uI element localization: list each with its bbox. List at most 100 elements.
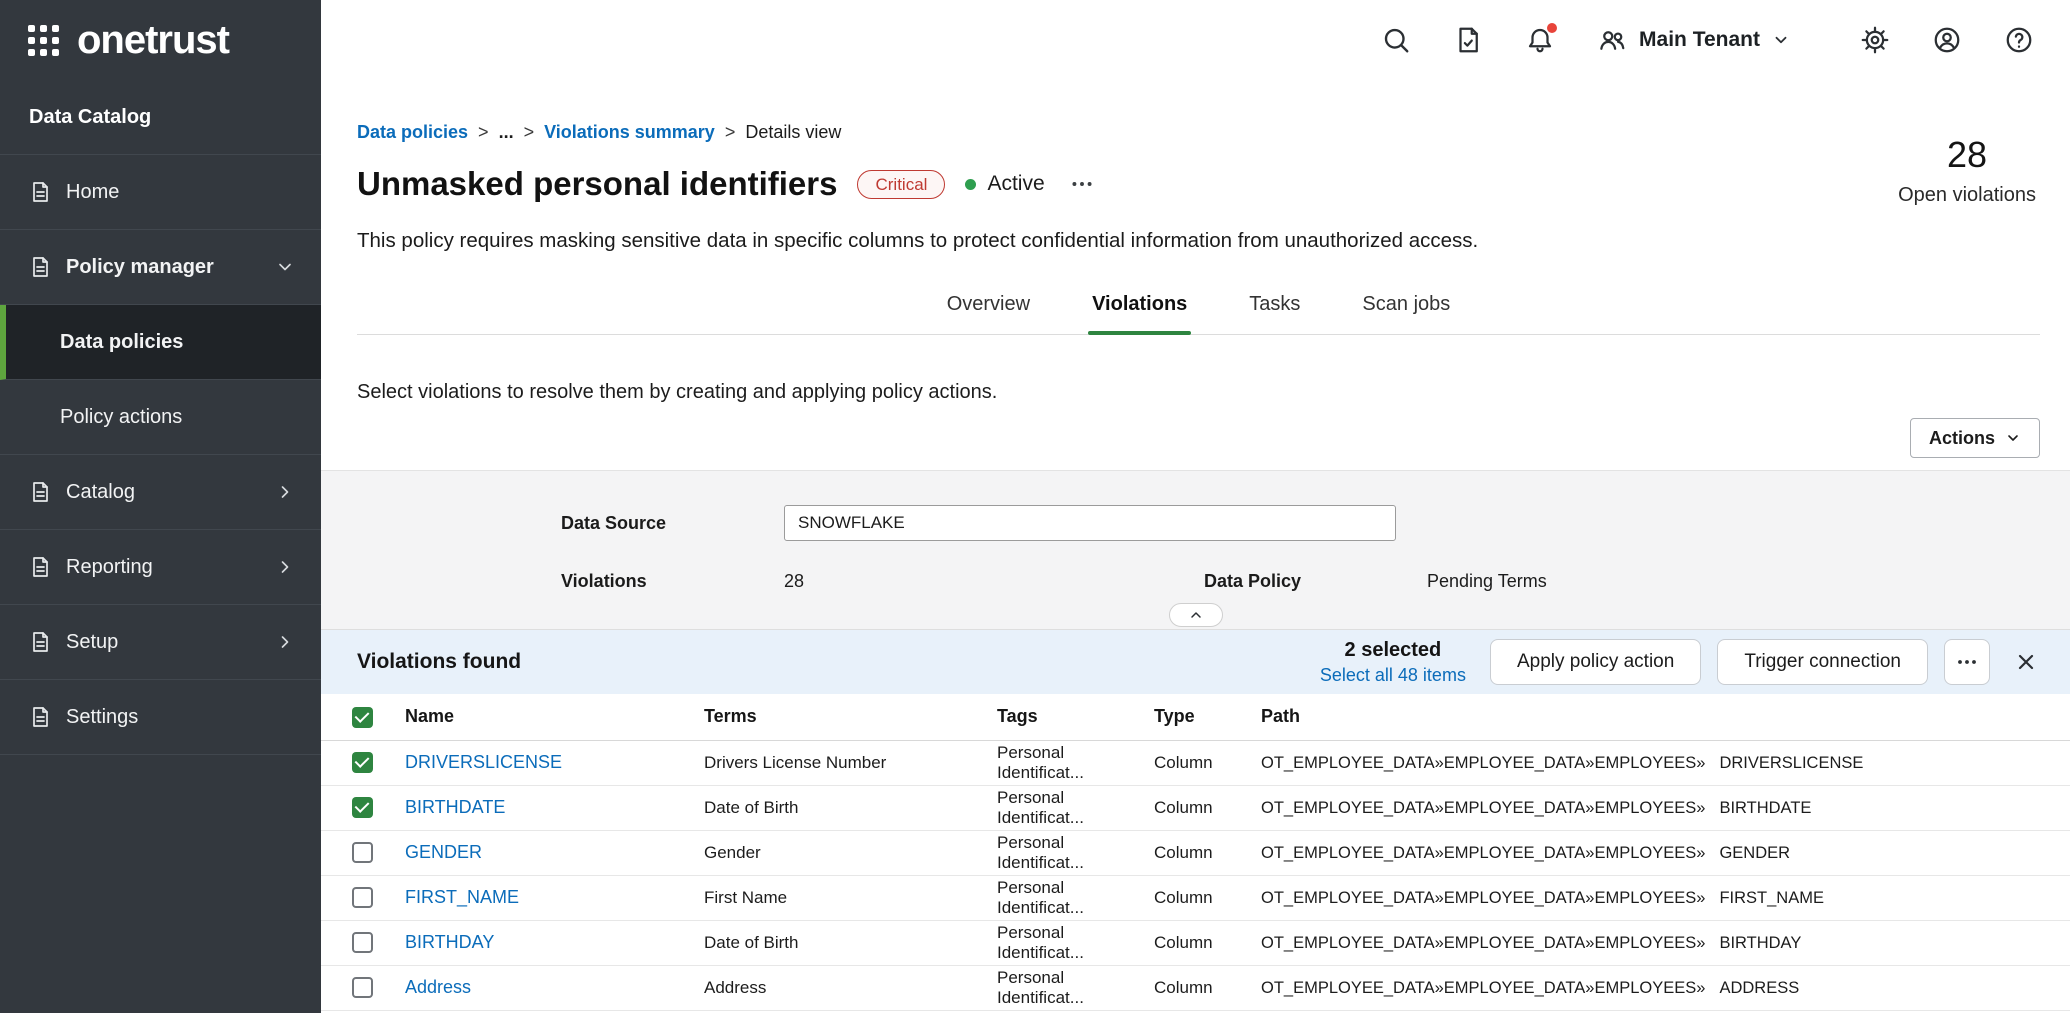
select-all-link[interactable]: Select all 48 items [1320,665,1466,686]
tab-violations[interactable]: Violations [1088,293,1191,334]
table-header-row: Name Terms Tags Type Path [321,694,2070,740]
row-checkbox[interactable] [352,842,373,863]
violation-name-link[interactable]: GENDER [405,842,482,862]
filter-row-values: Violations 28 Data Policy Pending Terms [561,571,2070,592]
violation-path-leaf: FIRST_NAME [1719,889,1824,907]
violation-type: Column [1154,875,1261,920]
row-checkbox[interactable] [352,932,373,953]
table-row: BIRTHDAY Date of Birth Personal Identifi… [321,920,2070,965]
sidebar-item-label: Reporting [66,556,153,579]
page-header: Data policies > ... > Violations summary… [321,80,2070,335]
tab-tasks[interactable]: Tasks [1245,293,1304,334]
app-grid-icon[interactable] [28,25,59,56]
sidebar: onetrust Data Catalog Home Policy manage… [0,0,321,1013]
selected-count: 2 selected [1320,639,1466,662]
select-all-checkbox[interactable] [352,707,373,728]
filter-row-data-source: Data Source [561,505,2070,541]
sidebar-item-policy-actions[interactable]: Policy actions [0,380,321,455]
table-row: GENDER Gender Personal Identificat... Co… [321,830,2070,875]
search-icon[interactable] [1381,25,1411,55]
tenant-selector[interactable]: Main Tenant [1597,25,1790,55]
violations-count-label: Violations [561,571,784,592]
violation-name-link[interactable]: BIRTHDAY [405,932,494,952]
sidebar-item-catalog[interactable]: Catalog [0,455,321,530]
sidebar-item-data-policies[interactable]: Data policies [0,305,321,380]
violation-path: OT_EMPLOYEE_DATA»EMPLOYEE_DATA»EMPLOYEES… [1261,844,1705,862]
data-policy-value: Pending Terms [1427,571,1547,592]
actions-button-label: Actions [1929,428,1995,449]
breadcrumb-data-policies[interactable]: Data policies [357,122,468,143]
actions-button[interactable]: Actions [1910,418,2040,458]
row-checkbox[interactable] [352,797,373,818]
chevron-down-icon [2005,430,2021,446]
table-row: Address Address Personal Identificat... … [321,965,2070,1010]
trigger-connection-button[interactable]: Trigger connection [1717,639,1928,685]
tab-overview[interactable]: Overview [943,293,1034,334]
column-header-terms[interactable]: Terms [704,694,997,740]
product-title: Data Catalog [0,80,321,155]
open-violations-label: Open violations [1898,184,2036,207]
document-check-icon[interactable] [1453,25,1483,55]
sidebar-item-label: Catalog [66,481,135,504]
column-header-tags[interactable]: Tags [997,694,1154,740]
chevron-up-icon [1188,607,1204,623]
violation-name-link[interactable]: DRIVERSLICENSE [405,752,562,772]
sidebar-item-label: Data policies [60,331,183,354]
chevron-right-icon [275,482,295,502]
toolbar-more-icon[interactable] [1944,639,1990,685]
breadcrumb-separator: > [725,122,736,143]
actions-row: Actions [321,418,2070,458]
sidebar-item-policy-manager[interactable]: Policy manager [0,230,321,305]
violation-name-link[interactable]: FIRST_NAME [405,887,519,907]
sidebar-item-reporting[interactable]: Reporting [0,530,321,605]
sidebar-item-label: Setup [66,631,118,654]
document-icon [28,255,52,279]
more-actions-icon[interactable] [1065,167,1099,201]
violation-tags: Personal Identificat... [997,920,1154,965]
violation-path: OT_EMPLOYEE_DATA»EMPLOYEE_DATA»EMPLOYEES… [1261,979,1705,997]
document-icon [28,180,52,204]
breadcrumb-violations-summary[interactable]: Violations summary [544,122,715,143]
account-icon[interactable] [1932,25,1962,55]
violations-instruction: Select violations to resolve them by cre… [357,381,2040,404]
status-label: Active [987,172,1044,196]
violation-path-leaf: GENDER [1719,844,1790,862]
violation-path-leaf: DRIVERSLICENSE [1719,754,1863,772]
row-checkbox[interactable] [352,977,373,998]
violation-name-link[interactable]: BIRTHDATE [405,797,505,817]
tenant-label: Main Tenant [1639,28,1760,52]
tab-scan-jobs[interactable]: Scan jobs [1358,293,1454,334]
apply-policy-action-button[interactable]: Apply policy action [1490,639,1701,685]
onetrust-logo: onetrust [77,18,229,63]
breadcrumb-separator: > [478,122,489,143]
row-checkbox[interactable] [352,752,373,773]
column-header-path[interactable]: Path [1261,694,2070,740]
collapse-filters-button[interactable] [1169,603,1223,627]
chevron-down-icon [275,257,295,277]
data-source-input[interactable] [784,505,1396,541]
violation-type: Column [1154,920,1261,965]
chevron-down-icon [1772,31,1790,49]
violation-type: Column [1154,830,1261,875]
violation-path-leaf: BIRTHDATE [1719,799,1811,817]
sidebar-item-label: Home [66,181,119,204]
violation-path: OT_EMPLOYEE_DATA»EMPLOYEE_DATA»EMPLOYEES… [1261,754,1705,772]
policy-description: This policy requires masking sensitive d… [357,229,2040,253]
breadcrumb-collapsed[interactable]: ... [499,122,514,143]
table-row: BIRTHDATE Date of Birth Personal Identif… [321,785,2070,830]
breadcrumb-separator: > [524,122,535,143]
column-header-type[interactable]: Type [1154,694,1261,740]
sidebar-item-home[interactable]: Home [0,155,321,230]
close-icon[interactable] [2014,650,2038,674]
sidebar-item-settings[interactable]: Settings [0,680,321,755]
help-icon[interactable] [2004,25,2034,55]
row-checkbox[interactable] [352,887,373,908]
open-violations-count: 28 [1898,134,2036,176]
sidebar-item-setup[interactable]: Setup [0,605,321,680]
column-header-name[interactable]: Name [405,694,704,740]
settings-gear-icon[interactable] [1860,25,1890,55]
violation-path-leaf: ADDRESS [1719,979,1799,997]
notifications-bell-icon[interactable] [1525,25,1555,55]
main-area: Main Tenant Data policies > ... > Violat… [321,0,2070,1013]
violation-name-link[interactable]: Address [405,977,471,997]
